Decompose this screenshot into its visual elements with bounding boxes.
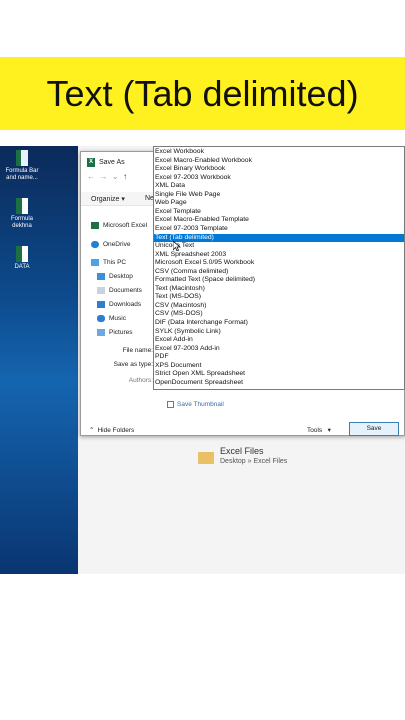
file-type-option[interactable]: Strict Open XML Spreadsheet [154,370,404,379]
file-type-option[interactable]: DIF (Data Interchange Format) [154,319,404,328]
blank-area [0,574,405,720]
nav-item-pictures[interactable]: Pictures [97,327,132,338]
file-type-option[interactable]: CSV (Comma delimited) [154,268,404,277]
nav-item-documents[interactable]: Documents [97,285,142,296]
pictures-icon [97,329,105,336]
nav-item-desktop[interactable]: Desktop [97,271,133,282]
save-button[interactable]: Save [349,422,399,436]
file-type-option[interactable]: Excel Add-in [154,336,404,345]
nav-item-label: Microsoft Excel [103,222,148,229]
tools-menu[interactable]: Tools ▾ [307,426,331,434]
windows-desktop: Formula Bar and name... Formula dekhna D… [0,146,78,574]
desktop-icon-label: Formula Bar and name... [5,168,39,181]
file-type-option[interactable]: OpenDocument Spreadsheet [154,379,404,388]
file-type-option[interactable]: Unicode Text [154,242,404,251]
nav-item-label: Documents [109,287,142,294]
computer-icon [91,259,99,266]
desktop-icon-label: Formula dekhna [10,216,33,229]
desktop-icon-formula-bar[interactable]: Formula Bar and name... [2,150,42,182]
up-arrow-icon[interactable]: ↑ [123,172,127,181]
file-type-option[interactable]: Formatted Text (Space delimited) [154,276,404,285]
file-type-option[interactable]: Excel 97-2003 Add-in [154,345,404,354]
authors-label: Authors: [128,377,153,384]
desktop-icon-data[interactable]: DATA [2,246,42,271]
file-type-option[interactable]: Excel Macro-Enabled Workbook [154,157,404,166]
file-type-option[interactable]: Excel 97-2003 Workbook [154,174,404,183]
nav-item-label: Pictures [109,329,133,336]
file-type-option[interactable]: Single File Web Page [154,191,404,200]
excel-file-icon [16,150,28,166]
file-type-option[interactable]: Text (Macintosh) [154,285,404,294]
file-type-option[interactable]: XML Data [154,182,404,191]
nav-item-label: OneDrive [103,241,131,248]
save-as-type-dropdown-list: Excel Workbook Excel Macro-Enabled Workbo… [153,146,405,390]
forward-arrow-icon[interactable]: → [99,172,107,181]
chevron-down-icon: ▾ [324,427,331,434]
file-type-option[interactable]: Text (MS-DOS) [154,293,404,302]
music-note-icon [97,315,105,322]
folder-icon [198,452,214,464]
desktop-folder-icon [97,273,105,280]
nav-item-label: Downloads [109,301,142,308]
file-type-option[interactable]: SYLK (Symbolic Link) [154,328,404,337]
organize-button[interactable]: Organize ▾ [91,195,125,203]
file-type-option[interactable]: CSV (Macintosh) [154,302,404,311]
nav-item-music[interactable]: Music [97,313,126,324]
hide-folders-button[interactable]: ⌃ Hide Folders [89,426,135,435]
documents-icon [97,287,105,294]
file-type-option[interactable]: XML Spreadsheet 2003 [154,251,404,260]
save-thumbnail-label: Save Thumbnail [177,401,224,408]
nav-item-label: Music [109,315,126,322]
banner-title: Text (Tab delimited) [46,73,359,114]
file-type-option[interactable]: Excel 97-2003 Template [154,225,404,234]
recent-folder-name: Excel Files [220,446,264,456]
desktop-icon-label: DATA [14,264,30,270]
chevron-up-icon: ⌃ [89,427,95,434]
excel-file-icon [16,246,28,262]
recent-dropdown-icon[interactable]: ⌄ [112,172,119,181]
nav-item-this-pc[interactable]: This PC [91,257,126,268]
file-name-label: File name: [122,347,153,354]
excel-icon [91,222,99,229]
screen-recording: Formula Bar and name... Formula dekhna D… [0,146,405,574]
file-type-option[interactable]: XPS Document [154,362,404,371]
desktop-icon-formula-dekhna[interactable]: Formula dekhna [2,198,42,230]
file-type-option[interactable]: Excel Workbook [154,148,404,157]
download-arrow-icon [97,301,105,308]
cloud-icon [91,241,99,248]
file-type-option[interactable]: Excel Template [154,208,404,217]
nav-item-downloads[interactable]: Downloads [97,299,141,310]
file-type-option[interactable]: Web Page [154,199,404,208]
file-type-option[interactable]: Text (Tab delimited) [154,233,404,242]
recent-folder-path: Desktop » Excel Files [220,458,288,465]
save-thumbnail-option[interactable]: Save Thumbnail [167,401,224,408]
file-type-option[interactable]: Excel Macro-Enabled Template [154,216,404,225]
nav-item-label: This PC [103,259,127,266]
file-type-option[interactable]: Microsoft Excel 5.0/95 Workbook [154,259,404,268]
save-thumbnail-checkbox[interactable] [167,401,174,408]
dialog-titlebar: X Save As [87,155,125,169]
nav-item-microsoft-excel[interactable]: Microsoft Excel [91,220,147,231]
mouse-pointer-icon [173,241,181,251]
nav-item-onedrive[interactable]: OneDrive [91,239,130,250]
nav-item-label: Desktop [109,273,133,280]
excel-app-icon: X [87,157,95,167]
back-arrow-icon[interactable]: ← [87,172,95,181]
tools-label: Tools [307,427,323,434]
nav-arrows: ← → ⌄ ↑ [87,172,127,182]
hide-folders-label: Hide Folders [97,426,135,434]
excel-file-icon [16,198,28,214]
file-type-option[interactable]: Excel Binary Workbook [154,165,404,174]
dialog-title: Save As [99,158,125,166]
file-type-option[interactable]: CSV (MS-DOS) [154,310,404,319]
file-type-option[interactable]: PDF [154,353,404,362]
save-as-type-label: Save as type: [113,361,153,368]
